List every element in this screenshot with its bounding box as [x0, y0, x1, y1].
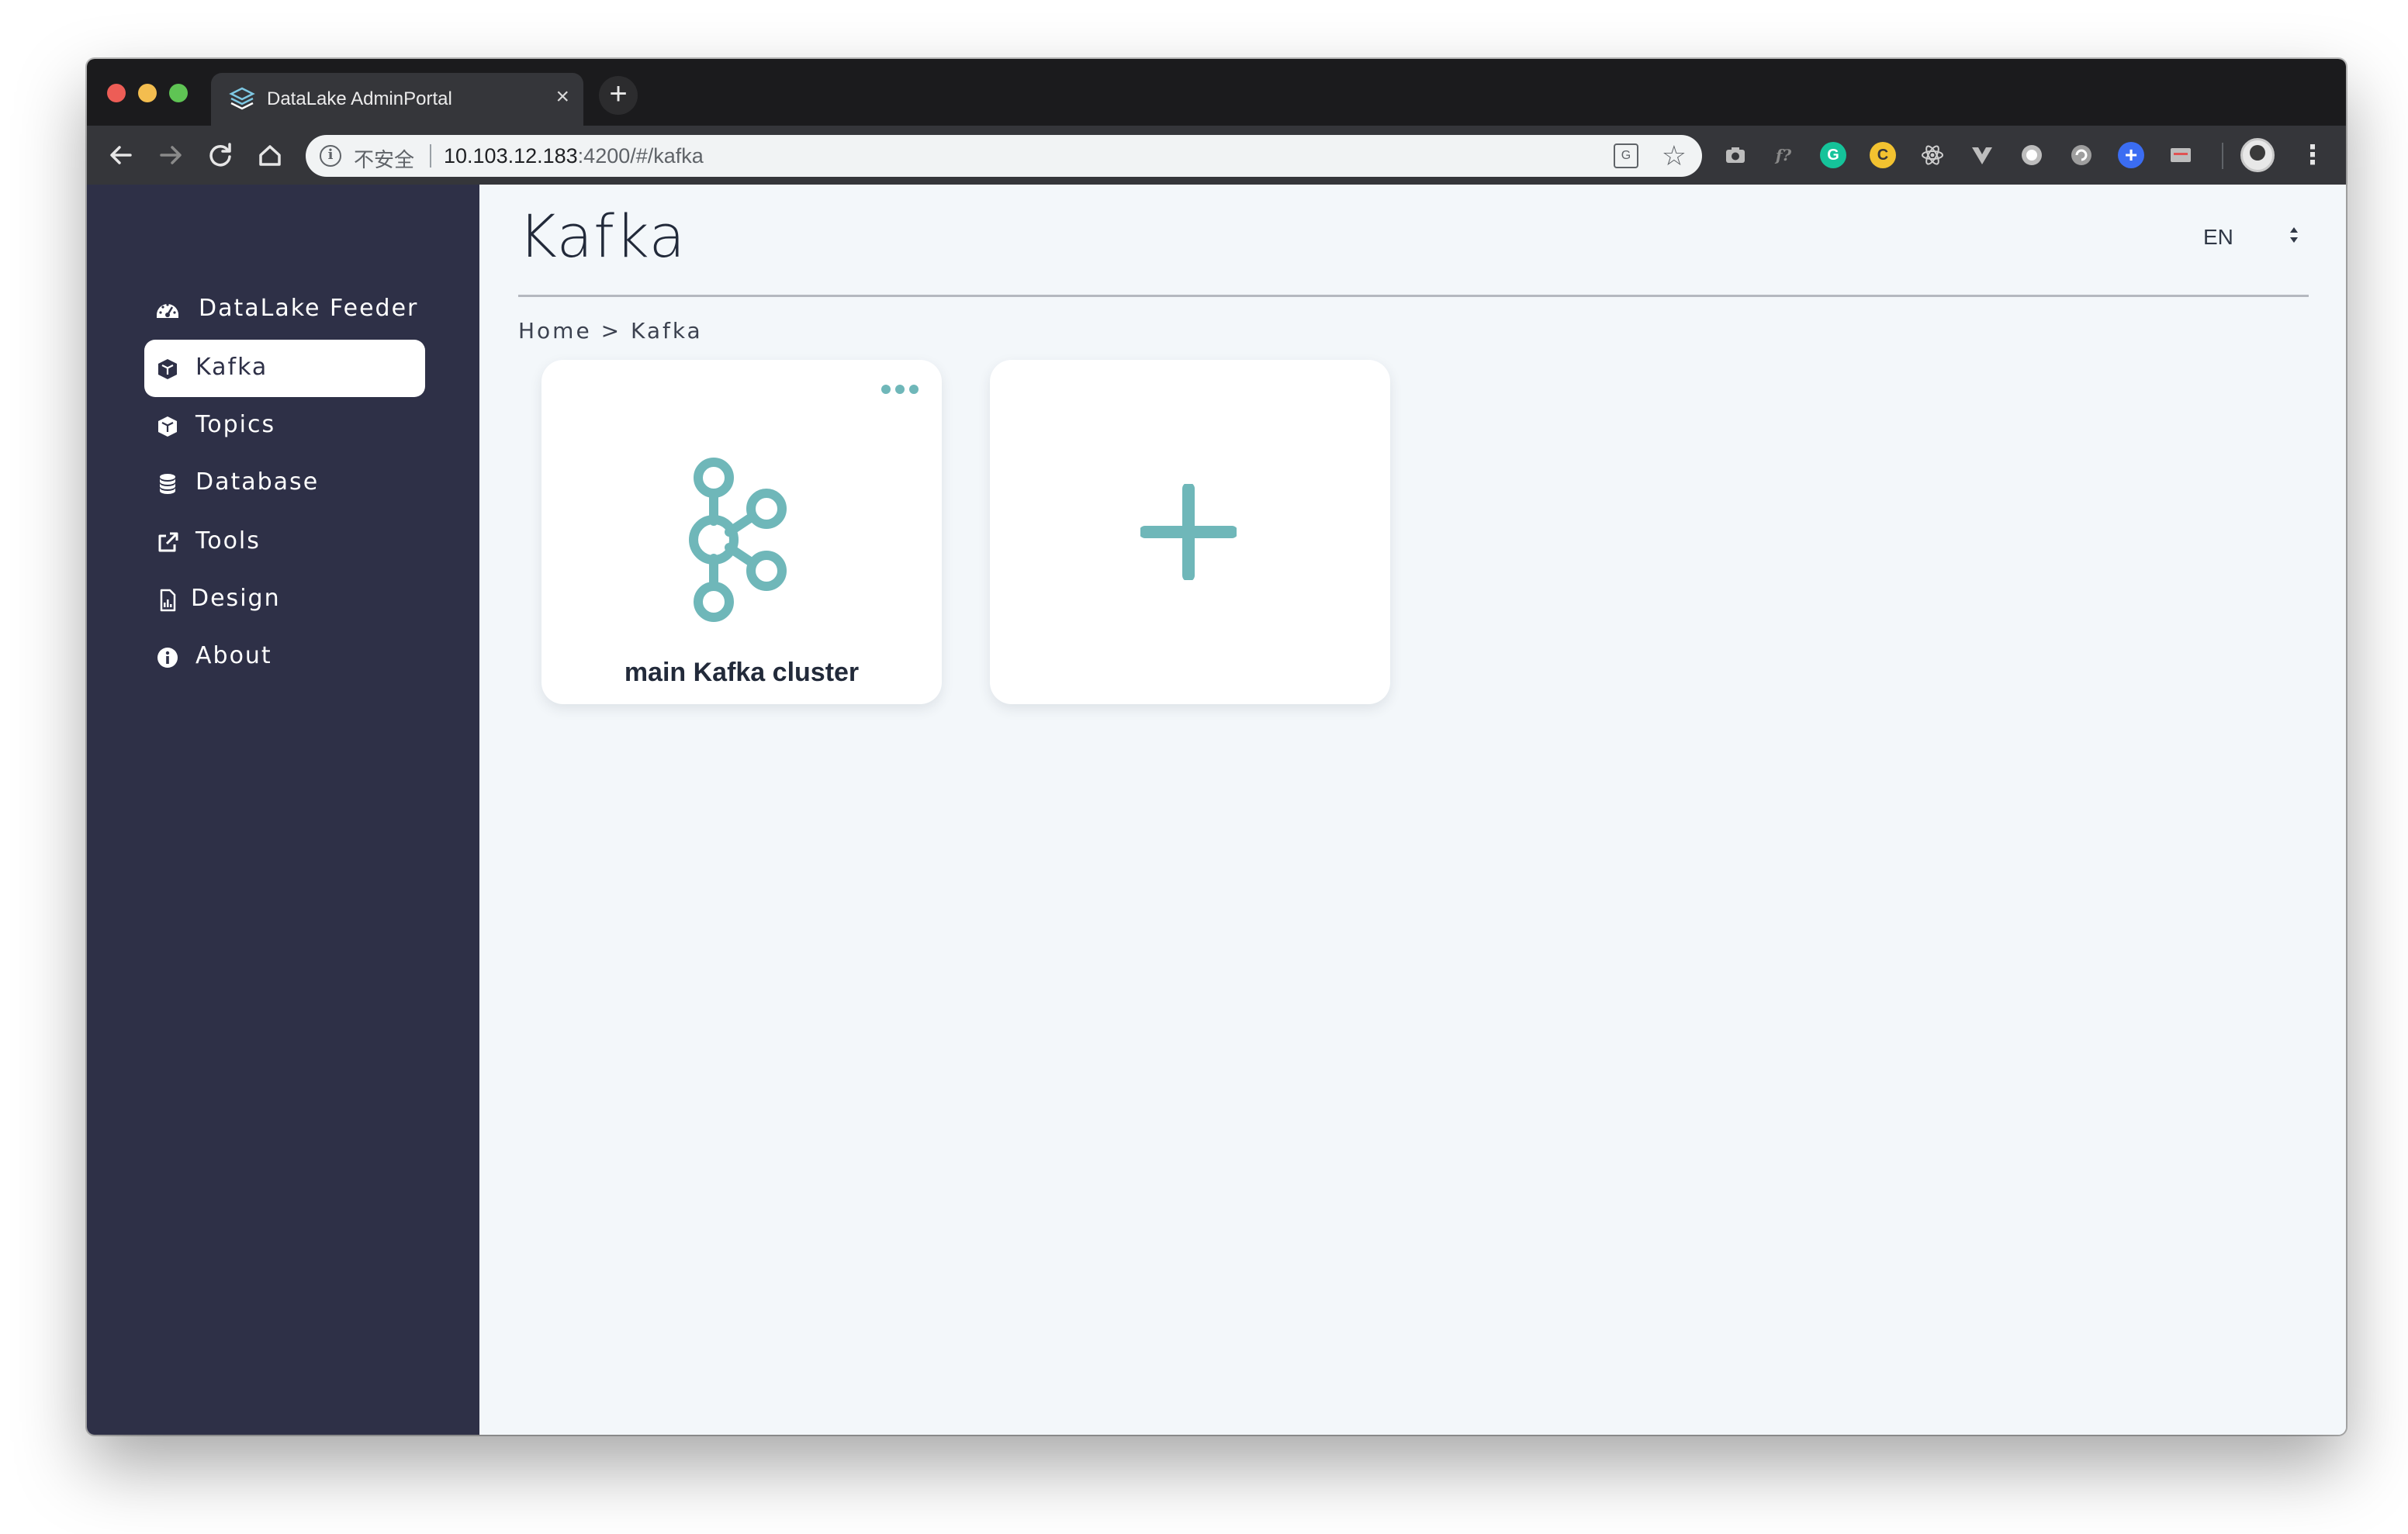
header-divider: [518, 295, 2309, 297]
home-icon: [259, 145, 281, 166]
c-extension-icon[interactable]: C: [1870, 142, 1896, 168]
sidebar-item-about[interactable]: About: [144, 628, 425, 686]
url-path: :4200/#/kafka: [577, 144, 704, 168]
browser-toolbar: i 不安全 10.103.12.183:4200/#/kafka G ☆ f? …: [87, 126, 2346, 185]
cube-icon: [158, 359, 177, 379]
sidebar-item-database[interactable]: Database: [144, 454, 425, 512]
info-icon: [157, 648, 178, 668]
back-button[interactable]: [102, 136, 140, 174]
add-extension-icon[interactable]: +: [2118, 142, 2144, 168]
camera-extension-icon[interactable]: [1722, 142, 1749, 168]
window-extension-icon[interactable]: [2168, 142, 2194, 168]
sync-extension-icon[interactable]: [2068, 142, 2095, 168]
react-devtools-icon[interactable]: [1919, 142, 1946, 168]
forward-button[interactable]: [152, 136, 189, 174]
browser-window: DataLake AdminPortal × + i 不安全 10.103.12…: [87, 59, 2346, 1435]
breadcrumb: Home > Kafka: [518, 318, 703, 344]
cube-icon: [158, 416, 177, 437]
maximize-window-button[interactable]: [169, 84, 188, 102]
tab-title: DataLake AdminPortal: [267, 88, 452, 109]
arrow-left-icon: [110, 146, 132, 164]
add-cluster-card[interactable]: [990, 360, 1390, 704]
page-title: Kafka: [518, 202, 687, 271]
kafka-logo-icon: [689, 458, 787, 622]
tab-close-icon[interactable]: ×: [555, 84, 569, 110]
translate-icon[interactable]: G: [1614, 143, 1638, 168]
more-options-icon[interactable]: [881, 382, 919, 397]
browser-tab[interactable]: DataLake AdminPortal ×: [211, 73, 583, 126]
database-icon: [160, 474, 175, 494]
address-separator: [430, 144, 431, 168]
main-content: Kafka EN Home > Kafka main Kafka cluster: [479, 185, 2346, 1435]
sidebar: DataLake Feeder Kafka Topics Database To…: [87, 185, 479, 1435]
minimize-window-button[interactable]: [138, 84, 157, 102]
record-extension-icon[interactable]: [2019, 142, 2045, 168]
datalake-favicon-icon: [229, 87, 255, 110]
grammarly-extension-icon[interactable]: G: [1820, 142, 1846, 168]
sidebar-item-kafka[interactable]: Kafka: [144, 340, 425, 397]
toolbar-separator: [2222, 143, 2223, 169]
sidebar-item-label: Database: [195, 468, 320, 496]
address-bar[interactable]: i 不安全 10.103.12.183:4200/#/kafka G ☆: [306, 135, 1702, 177]
sidebar-item-design[interactable]: Design: [144, 571, 425, 628]
browser-menu-icon[interactable]: ⋮: [2299, 136, 2326, 174]
url-host: 10.103.12.183: [444, 144, 578, 168]
gauge-icon: [157, 303, 178, 318]
reload-button[interactable]: [202, 136, 239, 174]
vue-devtools-icon[interactable]: [1969, 142, 1995, 168]
sidebar-item-label: Tools: [195, 527, 261, 555]
sort-caret-icon[interactable]: [2289, 223, 2299, 247]
tab-bar: DataLake AdminPortal × +: [87, 59, 2346, 126]
url-text[interactable]: 10.103.12.183:4200/#/kafka: [444, 144, 704, 168]
plus-icon: [1140, 484, 1237, 580]
sidebar-item-topics[interactable]: Topics: [144, 397, 425, 454]
sidebar-item-label: Topics: [195, 411, 276, 438]
card-label: main Kafka cluster: [624, 658, 860, 687]
sidebar-item-label: DataLake Feeder: [199, 295, 419, 322]
app-container: DataLake Feeder Kafka Topics Database To…: [87, 185, 2346, 1435]
site-info-icon[interactable]: i: [320, 145, 341, 167]
new-tab-button[interactable]: +: [599, 76, 638, 115]
external-link-icon: [158, 532, 178, 552]
profile-avatar[interactable]: [2240, 138, 2275, 172]
arrow-right-icon: [160, 146, 182, 164]
sidebar-item-label: Design: [191, 585, 281, 612]
sidebar-item-datalake-feeder[interactable]: DataLake Feeder: [144, 281, 425, 338]
reload-icon: [209, 143, 231, 167]
bookmark-star-icon[interactable]: ☆: [1662, 140, 1687, 172]
language-select[interactable]: EN: [2203, 225, 2233, 250]
file-chart-icon: [160, 589, 176, 612]
kafka-cluster-card[interactable]: main Kafka cluster: [541, 360, 942, 704]
sidebar-item-label: About: [195, 642, 272, 669]
close-window-button[interactable]: [107, 84, 126, 102]
formula-extension-icon[interactable]: f?: [1770, 142, 1797, 168]
sidebar-item-label: Kafka: [195, 354, 268, 381]
home-button[interactable]: [251, 136, 289, 174]
security-status: 不安全: [354, 149, 415, 172]
sidebar-item-tools[interactable]: Tools: [144, 513, 425, 571]
